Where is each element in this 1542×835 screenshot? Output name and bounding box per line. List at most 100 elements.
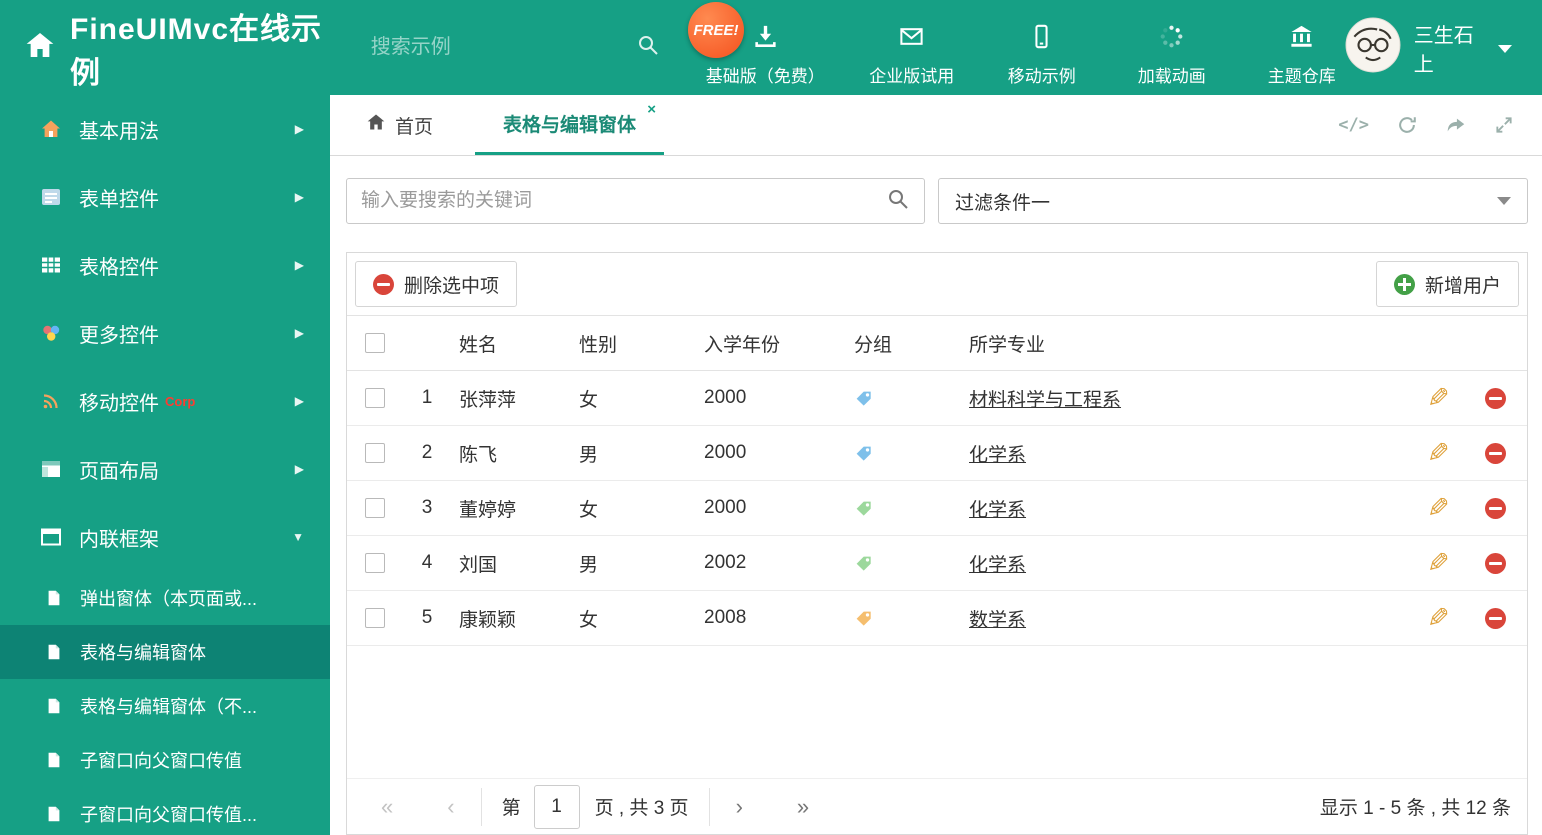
row-checkbox[interactable] xyxy=(365,443,385,463)
chevron-down-icon xyxy=(1498,45,1512,53)
chevron-right-icon xyxy=(295,122,304,136)
edit-icon[interactable] xyxy=(1427,605,1450,632)
chevron-right-icon xyxy=(295,190,304,204)
edit-icon[interactable] xyxy=(1427,440,1450,467)
tab-grid-edit-window[interactable]: 表格与编辑窗体 xyxy=(475,95,665,155)
last-page-icon[interactable] xyxy=(791,794,815,820)
nav-mobile-demo[interactable]: 移动示例 xyxy=(999,23,1085,87)
table-row[interactable]: 3 董婷婷 女 2000 化学系 xyxy=(347,481,1527,536)
cell-gender: 女 xyxy=(579,499,599,521)
sidebar-item-more-controls[interactable]: 更多控件 xyxy=(0,299,330,367)
filter-dropdown[interactable]: 过滤条件一 xyxy=(938,178,1528,224)
sidebar-item-mobile-controls[interactable]: 移动控件 Corp xyxy=(0,367,330,435)
sidebar-subitem-grid-edit-window[interactable]: 表格与编辑窗体 xyxy=(0,625,330,679)
column-header-group: 分组 xyxy=(854,334,893,356)
delete-icon[interactable] xyxy=(1484,442,1506,464)
delete-icon[interactable] xyxy=(1484,497,1506,519)
edit-icon[interactable] xyxy=(1427,550,1450,577)
sidebar-item-page-layout[interactable]: 页面布局 xyxy=(0,435,330,503)
chevron-down-icon xyxy=(292,530,304,544)
edit-icon[interactable] xyxy=(1427,495,1450,522)
form-icon xyxy=(38,185,64,209)
layout-icon xyxy=(38,457,64,481)
keyword-search-input[interactable] xyxy=(361,190,886,212)
next-page-icon[interactable] xyxy=(730,794,749,820)
tab-bar: 首页 表格与编辑窗体 xyxy=(330,95,1542,156)
column-header-gender: 性别 xyxy=(579,334,618,356)
header-nav: 基础版（免费） 企业版试用 移动示例 加载动画 主题仓库 xyxy=(706,9,1345,87)
source-code-icon[interactable] xyxy=(1338,115,1369,135)
major-link[interactable]: 材料科学与工程系 xyxy=(969,390,1121,411)
delete-icon[interactable] xyxy=(1484,607,1506,629)
cell-gender: 男 xyxy=(579,444,599,466)
grid-empty-space xyxy=(347,646,1527,778)
major-link[interactable]: 化学系 xyxy=(969,555,1026,576)
sidebar-item-basic-usage[interactable]: 基本用法 xyxy=(0,95,330,163)
delete-icon[interactable] xyxy=(1484,552,1506,574)
cell-gender: 女 xyxy=(579,609,599,631)
record-summary: 显示 1 - 5 条 , 共 12 条 xyxy=(1319,798,1511,819)
table-row[interactable]: 2 陈飞 男 2000 化学系 xyxy=(347,426,1527,481)
row-checkbox[interactable] xyxy=(365,498,385,518)
page-number-input[interactable] xyxy=(533,784,580,829)
grid-panel: 删除选中项 新增用户 姓名 性别 入学年份 分组 所学专业 1 张萍萍 女 20… xyxy=(346,252,1528,835)
nav-loading-anim[interactable]: 加载动画 xyxy=(1129,23,1215,87)
major-link[interactable]: 数学系 xyxy=(969,610,1026,631)
cell-year: 2000 xyxy=(704,497,747,518)
grid-toolbar: 删除选中项 新增用户 xyxy=(347,253,1527,315)
sidebar-item-iframe[interactable]: 内联框架 xyxy=(0,503,330,571)
major-link[interactable]: 化学系 xyxy=(969,500,1026,521)
table-row[interactable]: 5 康颖颖 女 2008 数学系 xyxy=(347,591,1527,646)
cell-year: 2008 xyxy=(704,607,747,628)
row-number: 5 xyxy=(421,607,433,628)
sidebar-item-grid-controls[interactable]: 表格控件 xyxy=(0,231,330,299)
tag-icon xyxy=(844,554,959,573)
delete-icon[interactable] xyxy=(1484,387,1506,409)
page-icon xyxy=(44,751,64,769)
header-search-input[interactable] xyxy=(370,36,636,59)
close-icon[interactable] xyxy=(647,101,656,118)
row-number: 2 xyxy=(421,442,433,463)
table-row[interactable]: 1 张萍萍 女 2000 材料科学与工程系 xyxy=(347,371,1527,426)
sidebar-subitem-child-to-parent-2[interactable]: 子窗口向父窗口传值... xyxy=(0,787,330,835)
row-checkbox[interactable] xyxy=(365,553,385,573)
open-in-new-icon[interactable] xyxy=(1445,114,1467,136)
tab-tools xyxy=(1338,95,1542,155)
row-checkbox[interactable] xyxy=(365,388,385,408)
delete-selected-button[interactable]: 删除选中项 xyxy=(355,261,518,307)
brand-home[interactable]: FineUIMvc在线示例 xyxy=(0,4,337,92)
nav-enterprise-trial[interactable]: 企业版试用 xyxy=(869,23,955,87)
fullscreen-icon[interactable] xyxy=(1494,115,1514,135)
app-title: FineUIMvc在线示例 xyxy=(70,12,323,90)
sidebar: 基本用法 表单控件 表格控件 更多控件 移动控件 Corp 页面布局 xyxy=(0,95,330,835)
select-all-checkbox[interactable] xyxy=(365,333,385,353)
table-header-row: 姓名 性别 入学年份 分组 所学专业 xyxy=(347,315,1527,371)
first-page-icon[interactable] xyxy=(375,794,399,820)
prev-page-icon[interactable] xyxy=(441,794,460,820)
row-number: 3 xyxy=(421,497,433,518)
corp-badge: Corp xyxy=(165,393,196,409)
table-row[interactable]: 4 刘国 男 2002 化学系 xyxy=(347,536,1527,591)
tab-home[interactable]: 首页 xyxy=(346,95,453,155)
row-checkbox[interactable] xyxy=(365,608,385,628)
sidebar-subitem-popup-window[interactable]: 弹出窗体（本页面或... xyxy=(0,571,330,625)
home-icon xyxy=(366,112,386,138)
sidebar-subitem-child-to-parent[interactable]: 子窗口向父窗口传值 xyxy=(0,733,330,787)
add-user-button[interactable]: 新增用户 xyxy=(1375,261,1519,307)
column-header-name: 姓名 xyxy=(459,334,498,356)
mail-icon xyxy=(898,23,925,55)
nav-theme-store[interactable]: 主题仓库 xyxy=(1259,23,1345,87)
major-link[interactable]: 化学系 xyxy=(969,445,1026,466)
user-name: 三生石上 xyxy=(1413,24,1474,76)
edit-icon[interactable] xyxy=(1427,385,1450,412)
filter-dropdown-value: 过滤条件一 xyxy=(955,192,1051,214)
sidebar-item-form-controls[interactable]: 表单控件 xyxy=(0,163,330,231)
search-icon[interactable] xyxy=(886,187,910,216)
sidebar-subitem-grid-edit-window-2[interactable]: 表格与编辑窗体（不... xyxy=(0,679,330,733)
search-icon[interactable] xyxy=(636,33,660,62)
chevron-right-icon xyxy=(295,394,304,408)
cell-year: 2002 xyxy=(704,552,747,573)
user-avatar xyxy=(1345,17,1401,78)
user-menu[interactable]: 三生石上 xyxy=(1345,17,1542,78)
refresh-icon[interactable] xyxy=(1396,114,1418,136)
